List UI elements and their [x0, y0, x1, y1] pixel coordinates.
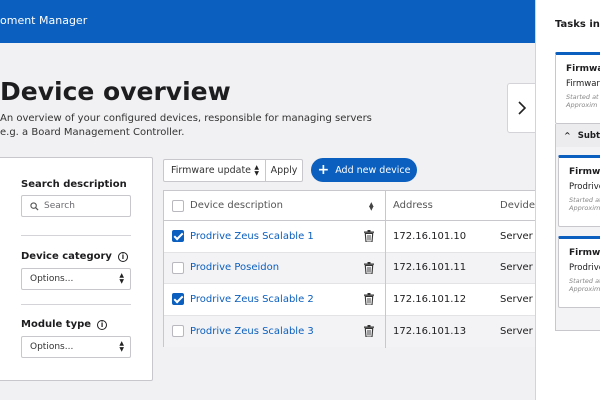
sort-icon[interactable]: ▲ ▼ [369, 202, 374, 212]
table-row: Prodrive Zeus Scalable 3 172.16.101.13 S… [164, 315, 536, 348]
subtasks-toggle[interactable]: ^ Subtas [555, 124, 600, 147]
app-title: oment Manager [0, 14, 88, 27]
task-meta: Started at Approxim [569, 196, 600, 212]
column-header-device-type[interactable]: Devide [500, 191, 535, 220]
device-link[interactable]: Prodrive Poseidon [190, 253, 279, 284]
select-arrows-icon: ▲ ▼ [254, 164, 259, 177]
task-title: Firmwa [569, 248, 600, 258]
trash-icon[interactable] [364, 261, 374, 274]
device-link[interactable]: Prodrive Zeus Scalable 2 [190, 284, 314, 315]
collapse-panel-button[interactable] [507, 83, 535, 133]
select-all-checkbox[interactable] [172, 199, 184, 212]
device-table: Device description ▲ ▼ Address Devide Pro… [163, 190, 536, 348]
trash-icon[interactable] [364, 325, 374, 338]
device-type: Server [500, 293, 533, 305]
page-subtitle: An overview of your configured devices, … [0, 113, 372, 138]
device-address: 172.16.101.13 [393, 325, 467, 337]
task-card[interactable]: Firmwa Prodrive Started atApproxim [558, 236, 600, 308]
device-address: 172.16.101.10 [393, 230, 467, 242]
device-category-label: Device category i [21, 251, 128, 262]
search-input[interactable] [44, 201, 124, 211]
table-row: Prodrive Zeus Scalable 1 172.16.101.10 S… [164, 221, 536, 253]
task-title: Firmwa [566, 64, 600, 74]
task-title: Firmwa [569, 167, 600, 177]
trash-icon[interactable] [364, 293, 374, 306]
row-checkbox[interactable] [172, 325, 184, 338]
tasks-panel-title: Tasks in p [555, 19, 600, 30]
app-header: oment Manager [0, 0, 535, 43]
bulk-action-select[interactable]: Firmware update ▲ ▼ [163, 159, 266, 182]
device-link[interactable]: Prodrive Zeus Scalable 1 [190, 221, 314, 252]
device-type: Server [500, 325, 533, 337]
row-checkbox[interactable] [172, 293, 184, 306]
filter-panel: Search description Device category i Opt… [0, 157, 153, 381]
device-category-select[interactable]: Options... ▲ ▼ [21, 268, 131, 290]
row-checkbox[interactable] [172, 230, 184, 243]
row-checkbox[interactable] [172, 261, 184, 274]
select-arrows-icon: ▲ ▼ [119, 272, 124, 285]
chevron-right-icon [517, 101, 526, 115]
module-type-select[interactable]: Options... ▲ ▼ [21, 336, 131, 358]
device-type: Server [500, 230, 533, 242]
task-meta: Started at Approxim [569, 277, 600, 293]
task-card[interactable]: Firmwa Firmware Started atApproxim [555, 52, 600, 124]
info-icon[interactable]: i [117, 251, 128, 262]
filter-divider [21, 235, 131, 236]
table-row: Prodrive Zeus Scalable 2 172.16.101.12 S… [164, 284, 536, 316]
device-address: 172.16.101.11 [393, 262, 467, 274]
task-subtitle: Prodrive [569, 182, 600, 192]
column-header-description[interactable]: Device description [190, 191, 283, 220]
search-description-label: Search description [21, 179, 127, 190]
task-meta: Started at Approxim [566, 93, 599, 109]
task-card[interactable]: Firmwa Prodrive Started atApproxim [558, 155, 600, 227]
device-address: 172.16.101.12 [393, 293, 467, 305]
info-icon[interactable]: i [97, 319, 108, 330]
trash-icon[interactable] [364, 230, 374, 243]
plus-icon: + [317, 162, 330, 178]
apply-button[interactable]: Apply [265, 159, 303, 182]
device-link[interactable]: Prodrive Zeus Scalable 3 [190, 316, 314, 348]
filter-divider [21, 304, 131, 305]
table-row: Prodrive Poseidon 172.16.101.11 Server [164, 252, 536, 284]
chevron-up-icon: ^ [564, 131, 571, 140]
search-field[interactable] [21, 195, 131, 217]
module-type-label: Module type i [21, 319, 108, 330]
column-separator [385, 191, 386, 348]
task-subtitle: Firmware [566, 79, 600, 89]
column-header-address[interactable]: Address [393, 191, 433, 220]
device-type: Server [500, 262, 533, 274]
search-icon [30, 201, 39, 211]
tasks-panel: Tasks in p Firmwa Firmware Started atApp… [535, 0, 600, 400]
select-arrows-icon: ▲ ▼ [119, 340, 124, 353]
page-title: Device overview [0, 77, 231, 106]
task-subtitle: Prodrive [569, 263, 600, 273]
add-new-device-button[interactable]: + Add new device [311, 158, 417, 182]
table-header: Device description ▲ ▼ Address Devide [164, 191, 536, 221]
